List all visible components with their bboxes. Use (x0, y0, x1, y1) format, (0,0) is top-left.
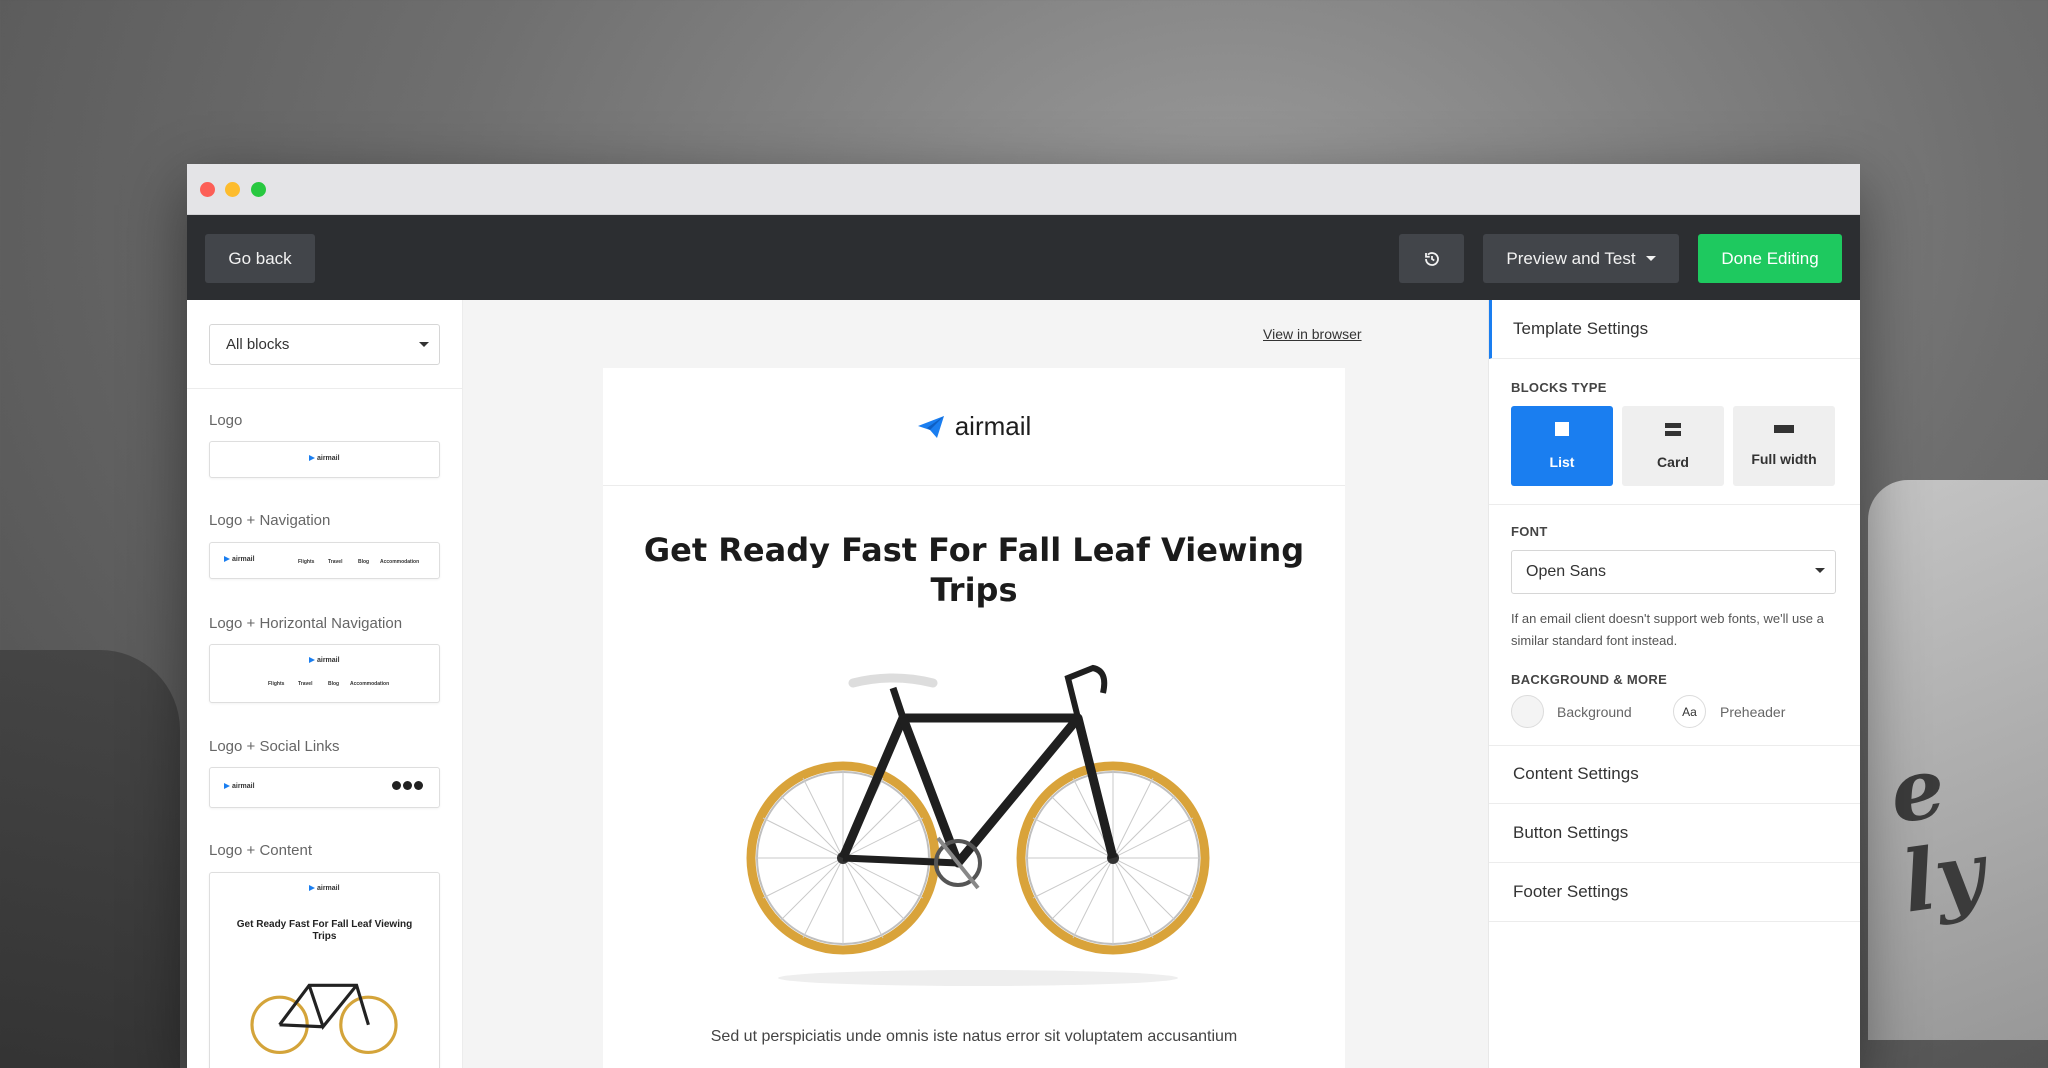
mini-brand: airmail (309, 455, 340, 462)
block-type-full-width-button[interactable]: Full width (1733, 406, 1835, 486)
block-type-card-button[interactable]: Card (1622, 406, 1724, 486)
chevron-down-icon (1815, 568, 1825, 573)
background-swatch-label: Background (1557, 704, 1632, 720)
settings-panel: Template Settings BLOCKS TYPE List Card … (1488, 300, 1860, 1068)
block-thumb-logo-navigation[interactable]: airmail Flights Travel Blog Accommodatio… (209, 542, 440, 579)
bicycle-image[interactable] (733, 653, 1223, 993)
twitter-icon (403, 781, 412, 790)
card-icon (1665, 422, 1681, 436)
email-header[interactable]: airmail (603, 368, 1345, 486)
block-thumb-logo-horizontal-navigation[interactable]: airmail Flights Travel Blog Accommodatio… (209, 644, 440, 703)
background-color-swatch[interactable] (1511, 695, 1544, 728)
minimize-window-button[interactable] (225, 182, 240, 197)
mini-social-icons (392, 781, 423, 790)
instagram-icon (414, 781, 423, 790)
footer-settings-tab[interactable]: Footer Settings (1489, 863, 1860, 922)
plane-icon (224, 556, 230, 563)
email-logo: airmail (917, 411, 1032, 442)
blocks-filter-select[interactable]: All blocks (209, 324, 440, 365)
block-thumb-logo-content[interactable]: airmail Get Ready Fast For Fall Leaf Vie… (209, 872, 440, 1068)
mini-brand-text: airmail (317, 455, 340, 462)
mini-nav-item: Blog (358, 559, 370, 565)
mini-nav-item: Flights (298, 559, 315, 565)
mini-brand-text: airmail (317, 885, 340, 892)
email-brand-text: airmail (954, 411, 1032, 441)
block-label-logo: Logo (209, 412, 243, 429)
background-shape (0, 650, 180, 1068)
preheader-swatch[interactable]: Aa (1673, 695, 1706, 728)
plane-icon (309, 885, 315, 892)
sidebar-divider (187, 388, 462, 389)
preheader-swatch-label: Preheader (1720, 704, 1786, 720)
mini-brand-text: airmail (317, 657, 340, 664)
editor-main: All blocks Logo airmail Logo + Navigatio… (187, 300, 1860, 1068)
go-back-button[interactable]: Go back (205, 234, 315, 283)
mini-bike-image (250, 983, 398, 1054)
mini-brand: airmail (224, 783, 255, 790)
square-icon (1555, 422, 1569, 436)
close-window-button[interactable] (200, 182, 215, 197)
email-preview[interactable]: airmail Get Ready Fast For Fall Leaf Vie… (603, 368, 1345, 1068)
email-body-text[interactable]: Sed ut perspiciatis unde omnis iste natu… (603, 1028, 1345, 1046)
panel-divider (1489, 504, 1860, 505)
chevron-down-icon (1645, 256, 1656, 261)
plane-icon (309, 657, 315, 664)
block-thumb-logo-social-links[interactable]: airmail (209, 767, 440, 808)
full-width-icon (1774, 425, 1794, 433)
blocks-type-label: BLOCKS TYPE (1511, 380, 1607, 395)
block-thumb-logo[interactable]: airmail (209, 441, 440, 478)
plane-icon (309, 455, 315, 462)
font-select-value: Open Sans (1526, 563, 1607, 580)
block-label-logo-content: Logo + Content (209, 842, 313, 859)
preview-and-test-label: Preview and Test (1506, 248, 1636, 268)
mini-brand: airmail (224, 556, 255, 563)
maximize-window-button[interactable] (251, 182, 266, 197)
mini-brand: airmail (309, 657, 340, 664)
facebook-icon (392, 781, 401, 790)
font-note: If an email client doesn't support web f… (1511, 611, 1824, 648)
mini-nav-item: Travel (298, 681, 313, 687)
block-type-full-width-label: Full width (1751, 451, 1817, 467)
plane-icon (224, 783, 230, 790)
block-type-card-label: Card (1657, 453, 1689, 470)
block-type-list-label: List (1549, 454, 1575, 470)
block-label-logo-navigation: Logo + Navigation (209, 512, 331, 529)
mini-nav-item: Blog (328, 681, 340, 687)
block-type-list-button[interactable]: List (1511, 406, 1613, 486)
editor-toolbar: Go back Preview and Test Done Editing (187, 215, 1860, 300)
font-select[interactable]: Open Sans (1511, 550, 1836, 594)
font-label: FONT (1511, 524, 1548, 539)
preview-and-test-button[interactable]: Preview and Test (1483, 234, 1679, 283)
view-in-browser-link[interactable]: View in browser (1263, 326, 1362, 342)
block-label-logo-social-links: Logo + Social Links (209, 738, 340, 755)
blocks-filter-value: All blocks (226, 336, 290, 353)
window-titlebar (187, 164, 1860, 215)
template-settings-tab[interactable]: Template Settings (1489, 300, 1860, 359)
history-button[interactable] (1399, 234, 1464, 283)
mini-nav-item: Flights (268, 681, 285, 687)
mini-title: Get Ready Fast For Fall Leaf Viewing Tri… (236, 919, 413, 942)
mini-nav-item: Travel (328, 559, 343, 565)
history-icon (1424, 251, 1439, 266)
mini-brand-text: airmail (232, 783, 255, 790)
chevron-down-icon (419, 342, 429, 347)
done-editing-button[interactable]: Done Editing (1698, 234, 1842, 283)
background-more-label: BACKGROUND & MORE (1511, 672, 1668, 687)
paper-plane-icon (917, 415, 944, 438)
mini-nav-item: Accommodation (350, 681, 390, 687)
mini-brand-text: airmail (232, 556, 255, 563)
email-canvas: View in browser airmail Get Ready Fast F… (463, 300, 1488, 1068)
block-label-logo-horizontal-navigation: Logo + Horizontal Navigation (209, 615, 403, 632)
mini-nav-item: Accommodation (380, 559, 420, 565)
button-settings-tab[interactable]: Button Settings (1489, 804, 1860, 863)
mini-brand: airmail (309, 885, 340, 892)
content-settings-tab[interactable]: Content Settings (1489, 745, 1860, 804)
app-window: Go back Preview and Test Done Editing Al… (187, 164, 1860, 1068)
blocks-sidebar: All blocks Logo airmail Logo + Navigatio… (187, 300, 463, 1068)
email-title[interactable]: Get Ready Fast For Fall Leaf Viewing Tri… (643, 530, 1305, 610)
